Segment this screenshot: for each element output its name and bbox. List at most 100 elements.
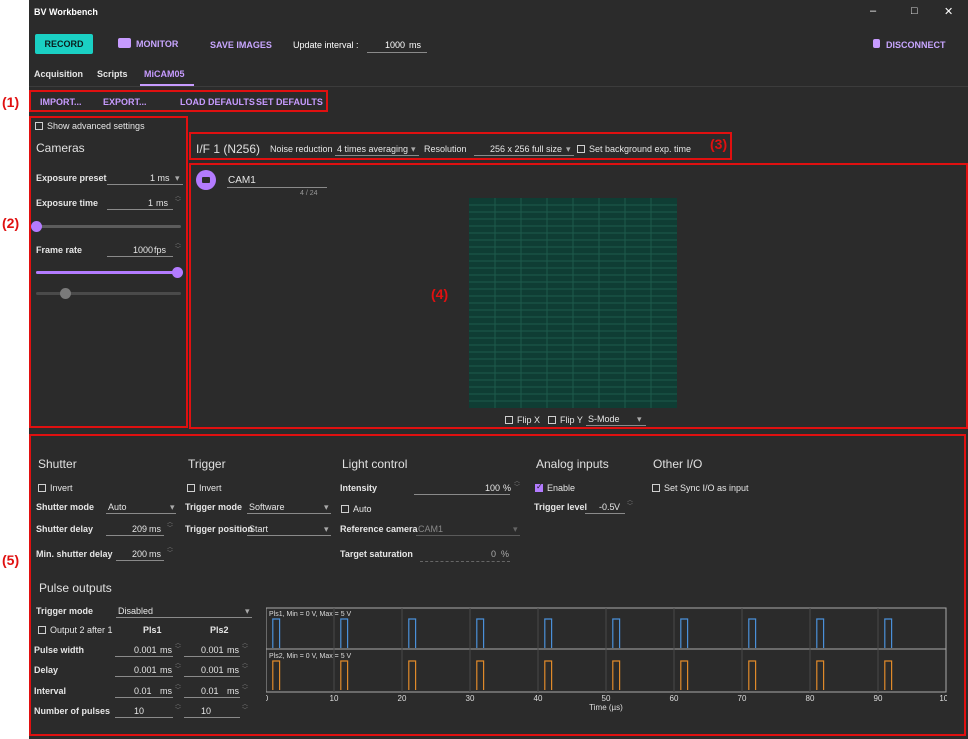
shutter-title: Shutter — [38, 457, 77, 471]
pls1-value[interactable]: 0.01 — [134, 686, 152, 696]
tab-acquisition[interactable]: Acquisition — [34, 69, 83, 79]
pls1-value[interactable]: 0.001 — [134, 665, 157, 675]
shutter-invert-checkbox[interactable] — [38, 484, 46, 492]
pls1-column-header: Pls1 — [143, 625, 162, 635]
annotation-3: (3) — [710, 136, 728, 152]
value-stepper[interactable]: ︿ ﹀ — [242, 682, 248, 694]
resolution-label: Resolution — [424, 144, 467, 154]
target-saturation-value[interactable]: 0 — [491, 549, 496, 559]
value-stepper[interactable]: ︿ ﹀ — [175, 661, 181, 673]
noise-reduction-label: Noise reduction — [270, 144, 333, 154]
pls1-value[interactable]: 0.001 — [134, 645, 157, 655]
annotation-1: (1) — [2, 94, 20, 110]
frame-rate-slider-knob[interactable] — [171, 267, 183, 278]
pulse-mark — [612, 660, 621, 690]
pls2-value[interactable]: 0.001 — [201, 645, 224, 655]
camera-name[interactable]: CAM1 — [228, 175, 256, 186]
pulse-mark — [884, 618, 893, 648]
record-button[interactable]: RECORD — [35, 34, 93, 54]
reference-camera-select[interactable]: CAM1 — [418, 524, 443, 534]
pulse-mark — [680, 660, 689, 690]
value-stepper[interactable]: ︿ ﹀ — [175, 641, 181, 653]
analog-enable-checkbox[interactable] — [535, 482, 543, 492]
monitor-button[interactable]: MONITOR — [136, 39, 178, 49]
value-stepper[interactable]: ︿ ﹀ — [175, 702, 181, 714]
secondary-slider-knob[interactable] — [60, 288, 71, 299]
cameras-title: Cameras — [36, 141, 85, 155]
output2-after1-checkbox[interactable] — [38, 626, 46, 634]
value-stepper[interactable]: ︿ ﹀ — [175, 682, 181, 694]
intensity-value[interactable]: 100 — [485, 483, 500, 493]
value-stepper[interactable]: ︿ ﹀ — [242, 661, 248, 673]
close-icon[interactable]: ✕ — [944, 5, 953, 18]
exposure-time-stepper[interactable]: ︿ ﹀ — [175, 194, 181, 206]
intensity-stepper[interactable]: ︿ ﹀ — [514, 479, 520, 491]
camera-image-preview — [469, 198, 677, 408]
camera-icon — [118, 38, 131, 48]
shutter-mode-select[interactable]: Auto — [108, 502, 127, 512]
trigger-mode-select[interactable]: Software — [249, 502, 285, 512]
x-tick-label: 0 — [266, 694, 269, 703]
tab-scripts[interactable]: Scripts — [97, 69, 128, 79]
pulse-mark — [272, 660, 281, 690]
update-interval-label: Update interval : — [293, 40, 359, 50]
frame-rate-value[interactable]: 1000 — [133, 245, 153, 255]
other-io-title: Other I/O — [653, 457, 703, 471]
exposure-preset-value[interactable]: 1 ms — [150, 173, 170, 183]
pulse-mark — [272, 618, 281, 648]
pls2-value[interactable]: 0.001 — [201, 665, 224, 675]
bg-exp-checkbox[interactable] — [577, 145, 585, 153]
chevron-down-icon: ▾ — [411, 144, 416, 154]
pls2-value[interactable]: 0.01 — [201, 686, 219, 696]
min-shutter-delay-value[interactable]: 200 — [132, 549, 147, 559]
pls1-value[interactable]: 10 — [134, 706, 144, 716]
trigger-mode-label: Trigger mode — [185, 502, 243, 512]
show-advanced-checkbox[interactable] — [35, 122, 43, 130]
exposure-slider-track[interactable] — [36, 225, 181, 228]
pulse-trigger-mode-select[interactable]: Disabled — [118, 606, 153, 616]
trigger-title: Trigger — [188, 457, 226, 471]
trigger-level-stepper[interactable]: ︿ ﹀ — [627, 498, 633, 510]
exposure-slider-knob[interactable] — [31, 221, 42, 232]
trigger-level-value[interactable]: -0.5 — [599, 502, 615, 512]
secondary-slider-track[interactable] — [36, 292, 181, 295]
value-stepper[interactable]: ︿ ﹀ — [242, 702, 248, 714]
mode-select[interactable]: S-Mode — [588, 414, 620, 424]
shutter-delay-stepper[interactable]: ︿ ﹀ — [167, 520, 173, 532]
pls2-value[interactable]: 10 — [201, 706, 211, 716]
x-tick-label: 70 — [738, 694, 747, 703]
x-tick-label: 20 — [398, 694, 407, 703]
pls2-column-header: Pls2 — [210, 625, 229, 635]
disconnect-button[interactable]: DISCONNECT — [886, 40, 946, 50]
frame-rate-stepper[interactable]: ︿ ﹀ — [175, 241, 181, 253]
shutter-delay-unit: ms — [149, 524, 161, 534]
flip-y-checkbox[interactable] — [548, 416, 556, 424]
pulse-mark — [340, 660, 349, 690]
min-shutter-delay-stepper[interactable]: ︿ ﹀ — [167, 545, 173, 557]
value-stepper[interactable]: ︿ ﹀ — [242, 641, 248, 653]
pulse-mark — [340, 618, 349, 648]
trigger-invert-checkbox[interactable] — [187, 484, 195, 492]
flip-x-checkbox[interactable] — [505, 416, 513, 424]
exposure-preset-label: Exposure preset — [36, 173, 107, 183]
tab-micam05[interactable]: MiCAM05 — [144, 69, 185, 79]
maximize-icon[interactable]: □ — [911, 5, 918, 17]
annotation-4: (4) — [431, 286, 449, 302]
pulse-outputs-title: Pulse outputs — [39, 581, 112, 595]
minimize-icon[interactable]: ‒ — [870, 5, 876, 17]
chevron-down-icon: ▾ — [175, 173, 180, 183]
annotation-2: (2) — [2, 215, 20, 231]
save-images-button[interactable]: SAVE IMAGES — [210, 40, 272, 50]
light-auto-checkbox[interactable] — [341, 505, 349, 513]
update-interval-value[interactable]: 1000 — [385, 40, 405, 50]
pulse-mark — [544, 618, 553, 648]
resolution-select[interactable]: 256 x 256 full size — [490, 144, 562, 154]
exposure-time-unit: ms — [156, 198, 168, 208]
sync-io-checkbox[interactable] — [652, 484, 660, 492]
noise-reduction-select[interactable]: 4 times averaging — [337, 144, 408, 154]
shutter-delay-value[interactable]: 209 — [132, 524, 147, 534]
reference-camera-label: Reference camera — [340, 524, 418, 534]
trigger-position-select[interactable]: Start — [249, 524, 268, 534]
show-advanced-label: Show advanced settings — [47, 121, 145, 131]
exposure-time-value[interactable]: 1 — [148, 198, 153, 208]
